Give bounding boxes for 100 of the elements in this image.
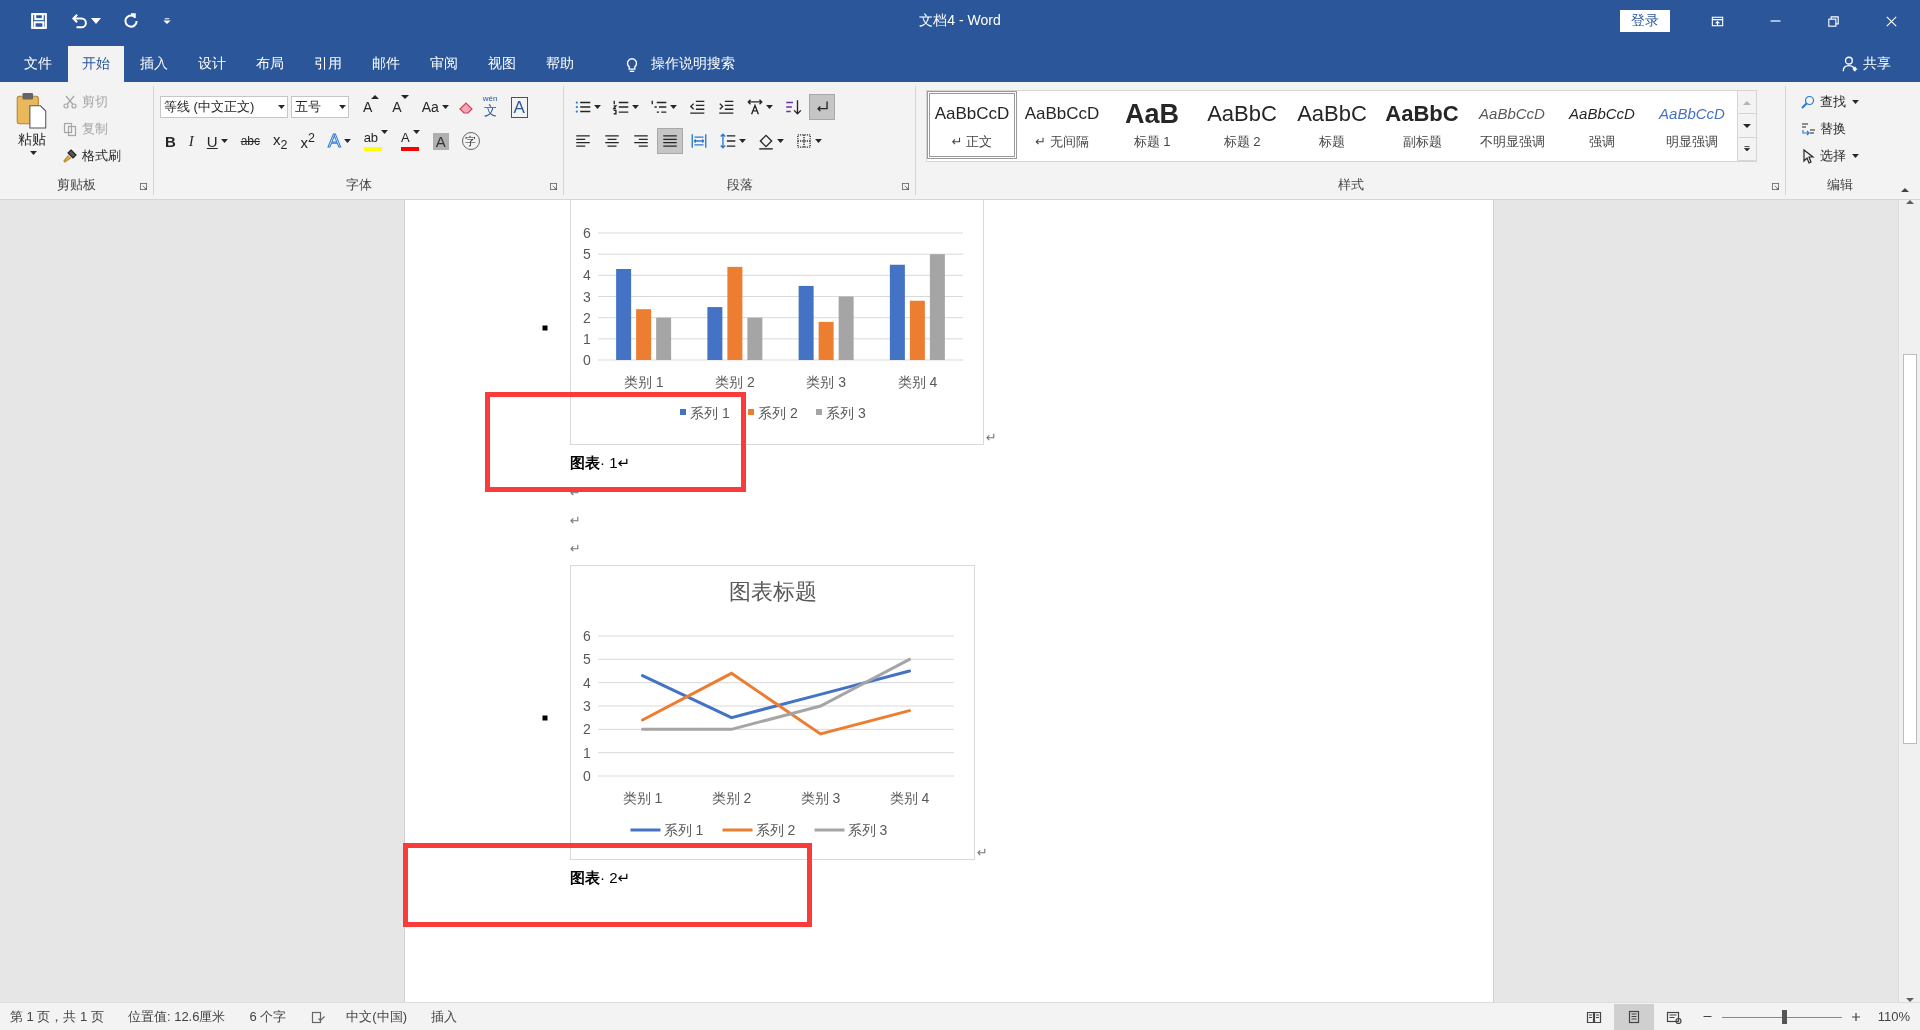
print-layout-button[interactable]: [1613, 1003, 1654, 1030]
caret-icon: [339, 105, 346, 109]
font-button[interactable]: ab: [358, 128, 394, 154]
category-label: 类别 2: [711, 790, 752, 806]
group-label: 字体: [345, 176, 372, 194]
language-indicator[interactable]: 中文(中国): [346, 1007, 419, 1026]
style-item[interactable]: AaB 标题 1: [1107, 91, 1197, 159]
font-button[interactable]: B: [160, 128, 181, 154]
search-box[interactable]: 操作说明搜索: [610, 46, 748, 82]
legend-swatch: [680, 409, 686, 415]
font-button[interactable]: I: [183, 128, 199, 154]
caret-icon: [381, 130, 389, 134]
scroll-thumb[interactable]: [1902, 354, 1917, 744]
font-button[interactable]: abc: [235, 128, 266, 154]
legend-swatch: [816, 409, 822, 415]
ribbon-tab[interactable]: 引用: [300, 46, 356, 82]
style-item[interactable]: AaBbCcD 不明显强调: [1467, 91, 1557, 159]
font-name-field[interactable]: 等线 (中文正文): [160, 96, 288, 118]
caret-icon: [441, 105, 449, 109]
legend-label: 系列 1: [690, 405, 730, 421]
bulleted-list-icon: [574, 98, 592, 116]
font-button[interactable]: U: [201, 128, 233, 154]
share-button[interactable]: 共享: [1830, 46, 1920, 82]
indent-icon: [717, 98, 735, 116]
bar: [909, 300, 925, 360]
axis-tick-label: 3: [583, 698, 591, 714]
style-item[interactable]: AaBbC 副标题: [1377, 91, 1467, 159]
insert-mode[interactable]: 插入: [430, 1007, 469, 1026]
multilevel-list-icon: [650, 98, 668, 116]
caret-icon: [632, 105, 639, 109]
dropdown-icon: [161, 15, 173, 27]
zoom-level[interactable]: 110%: [1877, 1009, 1910, 1024]
style-item[interactable]: AaBbCcD 强调: [1557, 91, 1647, 159]
line-spacing-icon: [719, 132, 737, 150]
font-button[interactable]: A: [387, 94, 414, 120]
ribbon-tab[interactable]: 插入: [126, 46, 182, 82]
border-grid-icon: [795, 132, 813, 150]
style-item[interactable]: AaBbC 标题 2: [1197, 91, 1287, 159]
font-size-field[interactable]: 五号: [291, 96, 349, 118]
caret-icon: [815, 139, 822, 143]
ribbon-tab[interactable]: 帮助: [532, 46, 588, 82]
ribbon-tab[interactable]: 审阅: [416, 46, 472, 82]
caret-icon: [343, 139, 351, 143]
font-button[interactable]: 字: [456, 128, 485, 154]
bar: [707, 307, 723, 360]
editing-button[interactable]: 查找: [1796, 90, 1863, 114]
editing-button[interactable]: 选择: [1796, 144, 1863, 168]
restore-icon: [1825, 13, 1841, 29]
axis-tick-label: 1: [583, 744, 591, 761]
down-arrow-icon: [1905, 998, 1914, 1002]
align-center-icon: [603, 132, 621, 150]
sort-icon: [784, 98, 802, 116]
page-count[interactable]: 第 1 页，共 1 页: [10, 1007, 116, 1026]
paragraph-mark: ↵: [570, 540, 581, 558]
ribbon-tab[interactable]: 开始: [68, 46, 124, 82]
style-item[interactable]: AaBbCcD 明显强调: [1647, 91, 1737, 159]
show-marks-button[interactable]: [809, 94, 835, 120]
numbered-list-icon: [612, 98, 630, 116]
ribbon-tab[interactable]: 布局: [242, 46, 298, 82]
ribbon-tab[interactable]: 设计: [184, 46, 240, 82]
paste-button[interactable]: 粘贴: [6, 86, 58, 172]
axis-tick-label: 4: [583, 267, 591, 284]
align-right-icon: [632, 132, 650, 150]
login-button[interactable]: 登录: [1620, 10, 1670, 32]
dialog-launcher-icon[interactable]: [1770, 181, 1781, 192]
dialog-launcher-icon[interactable]: [900, 181, 911, 192]
dialog-launcher-icon[interactable]: [548, 181, 559, 192]
word-count[interactable]: 6 个字: [249, 1007, 299, 1026]
font-button[interactable]: x$^{2}$: [295, 128, 320, 154]
caret-icon: [412, 130, 420, 134]
font-button[interactable]: A: [358, 94, 385, 120]
style-item[interactable]: AaBbCcD ↵ 无间隔: [1017, 91, 1107, 159]
dialog-launcher-icon[interactable]: [138, 181, 149, 192]
ribbon-tab[interactable]: 视图: [474, 46, 530, 82]
caret-icon: [766, 105, 773, 109]
zoom-thumb[interactable]: [1782, 1009, 1788, 1024]
justify-button[interactable]: [657, 128, 683, 154]
category-label: 类别 4: [897, 374, 938, 390]
editing-button[interactable]: 替换: [1796, 117, 1863, 141]
font-button[interactable]: Aa: [416, 94, 454, 120]
phonetic-guide-button[interactable]: wén 文: [477, 94, 503, 120]
person-icon: [1841, 55, 1859, 73]
search-icon: [1800, 94, 1816, 110]
clipboard-button[interactable]: 格式刷: [58, 144, 125, 168]
ribbon-tab[interactable]: 邮件: [358, 46, 414, 82]
legend-label: 系列 3: [826, 405, 866, 421]
style-item[interactable]: AaBbC 标题: [1287, 91, 1377, 159]
bar: [838, 296, 854, 360]
ribbon-tab[interactable]: 文件: [10, 46, 66, 82]
legend-swatch: [814, 828, 845, 832]
vertical-scrollbar[interactable]: [1898, 200, 1920, 1002]
axis-tick-label: 3: [583, 288, 591, 305]
category-label: 类别 4: [889, 790, 930, 806]
font-button[interactable]: A: [396, 128, 425, 154]
group-label: 段落: [726, 176, 753, 194]
minus-icon: [1703, 1016, 1713, 1017]
clipboard-icon: [15, 91, 49, 129]
font-button[interactable]: A: [427, 128, 454, 154]
style-item[interactable]: AaBbCcD ↵ 正文: [927, 91, 1017, 159]
font-button[interactable]: x$_{2}$: [268, 128, 293, 154]
